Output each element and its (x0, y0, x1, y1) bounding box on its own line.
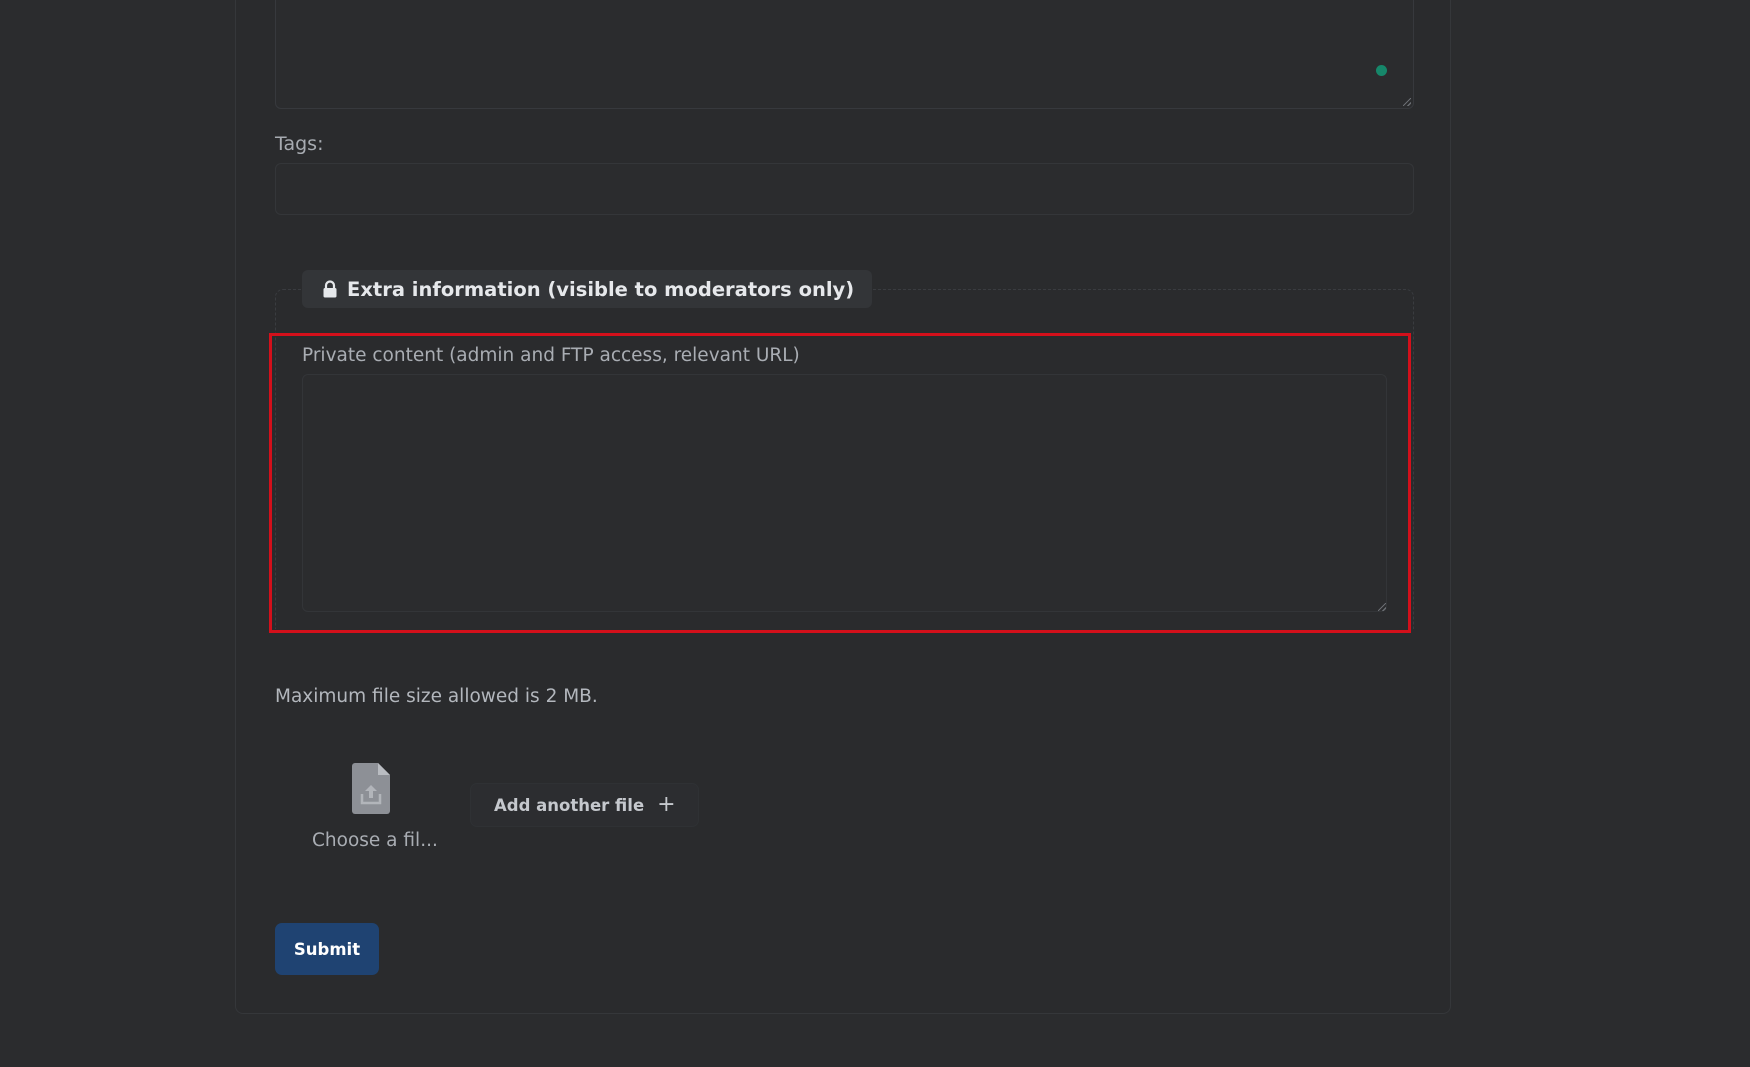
extra-info-legend-text: Extra information (visible to moderators… (347, 277, 855, 301)
tags-input[interactable] (275, 163, 1414, 215)
add-another-file-label: Add another file (494, 795, 645, 815)
extra-info-legend: Extra information (visible to moderators… (302, 270, 873, 308)
resize-handle-icon[interactable] (1378, 603, 1386, 611)
page: Tags: Extra information (visible to mode… (0, 0, 1750, 1067)
private-content-label: Private content (admin and FTP access, r… (302, 345, 800, 366)
description-textarea[interactable] (275, 0, 1414, 109)
max-file-size-text: Maximum file size allowed is 2 MB. (275, 686, 598, 707)
add-another-file-button[interactable]: Add another file + (471, 784, 698, 826)
grammar-check-indicator[interactable] (1376, 65, 1387, 76)
tags-label: Tags: (275, 133, 324, 155)
plus-icon: + (657, 792, 676, 817)
choose-file-button[interactable]: Choose a fil... (300, 760, 440, 860)
private-content-textarea[interactable] (302, 374, 1387, 612)
file-upload-icon (352, 763, 390, 814)
submit-button[interactable]: Submit (275, 923, 379, 975)
resize-handle-icon[interactable] (1403, 98, 1411, 106)
choose-file-label: Choose a fil... (312, 830, 438, 851)
lock-icon (323, 280, 337, 298)
